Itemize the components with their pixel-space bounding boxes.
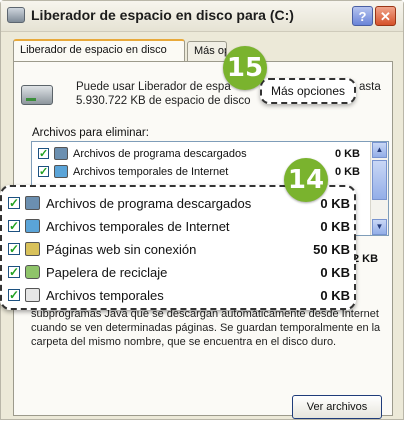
info-line-2: 5.930.722 KB de espacio de disco <box>76 95 251 107</box>
temp-file-icon <box>25 288 40 302</box>
web-page-icon <box>25 242 40 256</box>
files-to-delete-label: Archivos para eliminar: <box>32 127 149 139</box>
list-scrollbar[interactable]: ▲ ▼ <box>370 142 388 235</box>
more-options-callout[interactable]: Más opciones <box>260 78 356 104</box>
checkbox[interactable] <box>8 240 20 259</box>
list-item[interactable]: Archivos de programa descargados 0 KB <box>38 145 368 163</box>
list-item-label: Archivos temporales de Internet <box>73 166 229 178</box>
checkbox[interactable] <box>8 194 20 213</box>
disk-cleanup-icon <box>7 7 25 23</box>
title-bar[interactable]: Liberador de espacio en disco para (C:) … <box>1 1 403 32</box>
window-title: Liberador de espacio en disco para (C:) <box>31 7 294 23</box>
list-item-size: 0 KB <box>320 265 350 280</box>
scroll-up-icon[interactable]: ▲ <box>372 142 387 158</box>
scroll-thumb[interactable] <box>372 160 387 200</box>
checkbox[interactable] <box>38 145 49 163</box>
total-size: 2 KB <box>353 253 379 265</box>
checkbox[interactable] <box>38 163 49 181</box>
info-line-1-tail: asta <box>359 81 381 93</box>
list-item-size: 50 KB <box>313 242 350 257</box>
view-files-button[interactable]: Ver archivos <box>292 395 382 419</box>
zoomed-files-list: Archivos de programa descargados 0 KB Ar… <box>0 185 356 310</box>
step-badge-15: 15 <box>223 46 267 90</box>
scroll-down-icon[interactable]: ▼ <box>372 219 387 235</box>
internet-temp-icon <box>25 219 40 233</box>
checkbox[interactable] <box>8 286 20 305</box>
list-item-size: 0 KB <box>320 288 350 303</box>
info-line-1: Puede usar Liberador de espa <box>76 81 231 93</box>
checkbox[interactable] <box>8 217 20 236</box>
folder-download-icon <box>54 147 68 160</box>
list-item-label: Archivos de programa descargados <box>46 196 252 211</box>
list-item-label: Archivos de programa descargados <box>73 148 247 160</box>
list-item[interactable]: Páginas web sin conexión 50 KB <box>8 240 354 259</box>
recycle-bin-icon <box>25 265 40 279</box>
tab-disk-cleanup[interactable]: Liberador de espacio en disco <box>13 39 185 62</box>
list-item-size: 0 KB <box>320 219 350 234</box>
list-item-label: Archivos temporales <box>46 288 164 303</box>
list-item[interactable]: Papelera de reciclaje 0 KB <box>8 263 354 282</box>
checkbox[interactable] <box>8 263 20 282</box>
hard-disk-icon <box>21 85 53 105</box>
list-item-label: Páginas web sin conexión <box>46 242 197 257</box>
internet-temp-icon <box>54 165 68 178</box>
folder-download-icon <box>25 196 40 210</box>
list-item-label: Archivos temporales de Internet <box>46 219 230 234</box>
help-button[interactable]: ? <box>352 6 373 26</box>
list-item[interactable]: Archivos temporales de Internet 0 KB <box>8 217 354 236</box>
list-item-label: Papelera de reciclaje <box>46 265 168 280</box>
description-text: subprogramas Java que se descargan autom… <box>31 308 381 348</box>
tab-more-options[interactable]: Más opciones <box>187 41 227 61</box>
list-item[interactable]: Archivos temporales 0 KB <box>8 286 354 305</box>
close-button[interactable]: ✕ <box>375 6 396 26</box>
step-badge-14: 14 <box>284 158 328 202</box>
